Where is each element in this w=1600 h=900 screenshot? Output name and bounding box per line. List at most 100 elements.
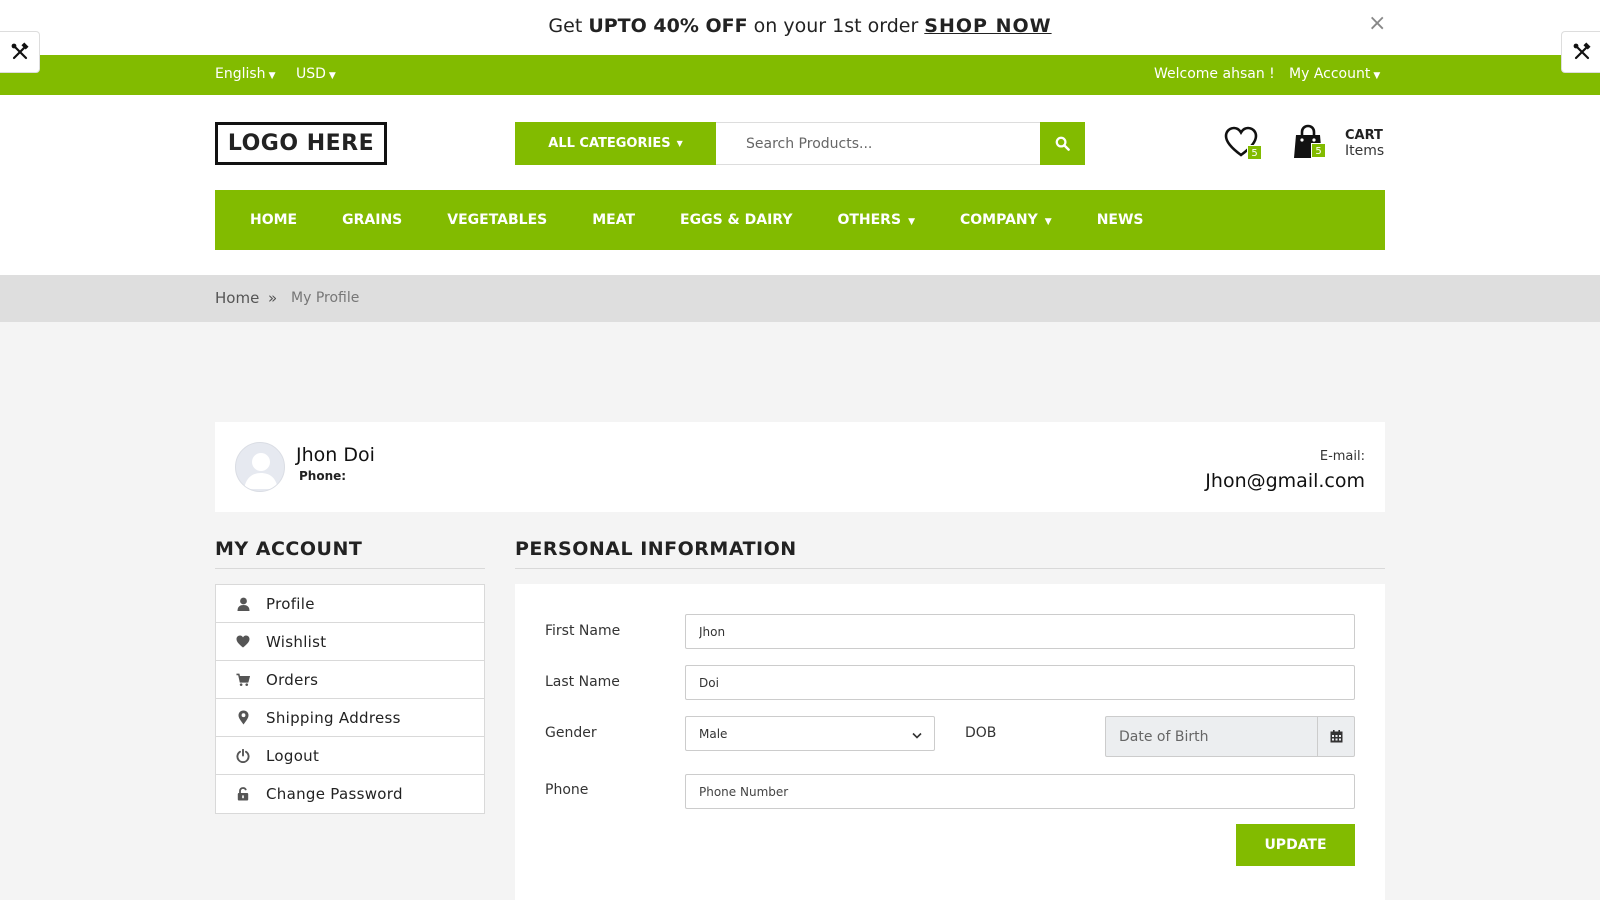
nav-vegetables[interactable]: VEGETABLES bbox=[447, 212, 547, 228]
menu-item-label: Wishlist bbox=[266, 632, 327, 651]
promo-banner: Get UPTO 40% OFF on your 1st order SHOP … bbox=[0, 0, 1600, 55]
main-nav: HOME GRAINS VEGETABLES MEAT EGGS & DAIRY… bbox=[215, 190, 1385, 250]
nav-news-label: NEWS bbox=[1096, 212, 1144, 228]
caret-down-icon: ▼ bbox=[676, 139, 683, 148]
phone-field[interactable] bbox=[685, 774, 1355, 809]
nav-grains[interactable]: GRAINS bbox=[342, 212, 402, 228]
site-header: LOGO HERE ALL CATEGORIES ▼ 5 5 CART Item… bbox=[0, 95, 1600, 275]
cart-count-badge: 5 bbox=[1311, 143, 1326, 158]
my-account-dropdown[interactable]: My Account ▼ bbox=[1289, 66, 1380, 82]
nav-eggs-dairy-label: EGGS & DAIRY bbox=[680, 212, 793, 228]
promo-highlight: UPTO 40% OFF bbox=[588, 15, 748, 37]
promo-prefix: Get bbox=[548, 15, 589, 37]
menu-item-label: Orders bbox=[266, 670, 319, 689]
menu-item-label: Profile bbox=[266, 594, 315, 613]
dob-input[interactable] bbox=[1106, 717, 1317, 756]
cart-title: CART bbox=[1345, 128, 1383, 143]
profile-name: Jhon Doi bbox=[296, 444, 375, 466]
caret-down-icon: ▼ bbox=[908, 217, 915, 227]
nav-company-label: COMPANY bbox=[959, 212, 1038, 228]
currency-selector[interactable]: USD ▼ bbox=[296, 66, 336, 82]
profile-phone-label: Phone: bbox=[299, 469, 347, 483]
nav-home-label: HOME bbox=[250, 212, 298, 228]
personal-info-form: First Name Last Name Gender Male DOB Pho… bbox=[515, 584, 1385, 900]
search-button[interactable] bbox=[1040, 122, 1085, 165]
map-pin-icon bbox=[236, 710, 250, 725]
caret-down-icon: ▼ bbox=[1044, 217, 1052, 227]
power-icon bbox=[236, 748, 250, 763]
profile-card: Jhon Doi Phone: E-mail: Jhon@gmail.com bbox=[215, 422, 1385, 512]
chevron-down-icon: ▼ bbox=[268, 71, 276, 81]
personal-information-title: PERSONAL INFORMATION bbox=[515, 538, 1385, 569]
calendar-icon bbox=[1330, 730, 1342, 743]
profile-email-label: E-mail: bbox=[1319, 449, 1365, 464]
currency-label: USD bbox=[296, 66, 326, 82]
tools-icon[interactable] bbox=[0, 31, 40, 73]
tools-icon[interactable] bbox=[1561, 31, 1600, 73]
shop-now-link[interactable]: SHOP NOW bbox=[924, 15, 1051, 37]
cart-button[interactable]: 5 bbox=[1293, 124, 1329, 162]
menu-item-wishlist[interactable]: Wishlist bbox=[216, 623, 484, 661]
all-categories-button[interactable]: ALL CATEGORIES ▼ bbox=[515, 122, 716, 165]
gender-select[interactable]: Male bbox=[685, 716, 935, 751]
nav-meat[interactable]: MEAT bbox=[592, 212, 635, 228]
chevron-down-icon: ▼ bbox=[328, 71, 336, 81]
profile-email: Jhon@gmail.com bbox=[1205, 470, 1365, 492]
search-input[interactable] bbox=[716, 123, 1040, 164]
chevron-down-icon bbox=[912, 728, 922, 742]
wishlist-button[interactable]: 5 bbox=[1224, 126, 1262, 162]
search-icon bbox=[1055, 136, 1070, 151]
chevron-down-icon: ▼ bbox=[1373, 71, 1381, 81]
last-name-label: Last Name bbox=[545, 674, 620, 690]
double-chevron-right-icon: » bbox=[268, 289, 278, 307]
logo[interactable]: LOGO HERE bbox=[215, 122, 387, 165]
promo-middle: on your 1st order bbox=[747, 15, 925, 37]
top-bar: English ▼ USD ▼ Welcome ahsan ! My Account… bbox=[0, 55, 1600, 95]
breadcrumb-home-link[interactable]: Home bbox=[215, 289, 259, 307]
menu-item-logout[interactable]: Logout bbox=[216, 737, 484, 775]
nav-eggs-dairy[interactable]: EGGS & DAIRY bbox=[680, 212, 792, 228]
heart-icon bbox=[236, 635, 250, 649]
search-bar: ALL CATEGORIES ▼ bbox=[515, 122, 1085, 165]
gender-label: Gender bbox=[545, 725, 597, 741]
breadcrumb: Home » My Profile bbox=[0, 275, 1600, 322]
nav-meat-label: MEAT bbox=[592, 212, 636, 228]
nav-others-label: OTHERS bbox=[837, 212, 902, 228]
my-account-label: My Account bbox=[1289, 66, 1371, 82]
menu-item-label: Logout bbox=[266, 746, 320, 765]
my-account-title: MY ACCOUNT bbox=[215, 538, 485, 569]
last-name-field[interactable] bbox=[685, 665, 1355, 700]
promo-text: Get UPTO 40% OFF on your 1st order SHOP … bbox=[0, 15, 1600, 37]
menu-item-profile[interactable]: Profile bbox=[216, 585, 484, 623]
first-name-label: First Name bbox=[545, 623, 621, 639]
unlock-icon bbox=[236, 787, 250, 801]
nav-company[interactable]: COMPANY ▼ bbox=[960, 212, 1052, 228]
dob-picker-button[interactable] bbox=[1317, 717, 1354, 756]
breadcrumb-current: My Profile bbox=[291, 290, 360, 306]
close-icon[interactable]: × bbox=[1368, 12, 1386, 36]
menu-item-label: Shipping Address bbox=[266, 708, 401, 727]
update-button[interactable]: UPDATE bbox=[1236, 824, 1355, 866]
avatar bbox=[235, 442, 285, 492]
cart-label[interactable]: CART Items bbox=[1345, 128, 1384, 159]
nav-news[interactable]: NEWS bbox=[1097, 212, 1144, 228]
menu-item-shipping-address[interactable]: Shipping Address bbox=[216, 699, 484, 737]
language-label: English bbox=[215, 66, 266, 82]
first-name-field[interactable] bbox=[685, 614, 1355, 649]
nav-others[interactable]: OTHERS ▼ bbox=[837, 212, 915, 228]
menu-item-label: Change Password bbox=[266, 785, 403, 803]
account-menu: Profile Wishlist Orders Shipping Address… bbox=[215, 584, 485, 814]
language-selector[interactable]: English ▼ bbox=[215, 66, 275, 82]
gender-value: Male bbox=[699, 726, 728, 741]
dob-label: DOB bbox=[965, 725, 997, 741]
welcome-text: Welcome ahsan ! bbox=[1154, 66, 1275, 82]
user-icon bbox=[236, 597, 250, 611]
menu-item-change-password[interactable]: Change Password bbox=[216, 775, 484, 813]
all-categories-label: ALL CATEGORIES bbox=[548, 136, 671, 151]
nav-grains-label: GRAINS bbox=[342, 212, 403, 228]
cart-subtitle: Items bbox=[1345, 143, 1385, 159]
phone-label: Phone bbox=[545, 782, 589, 798]
nav-vegetables-label: VEGETABLES bbox=[447, 212, 548, 228]
menu-item-orders[interactable]: Orders bbox=[216, 661, 484, 699]
nav-home[interactable]: HOME bbox=[250, 212, 297, 228]
